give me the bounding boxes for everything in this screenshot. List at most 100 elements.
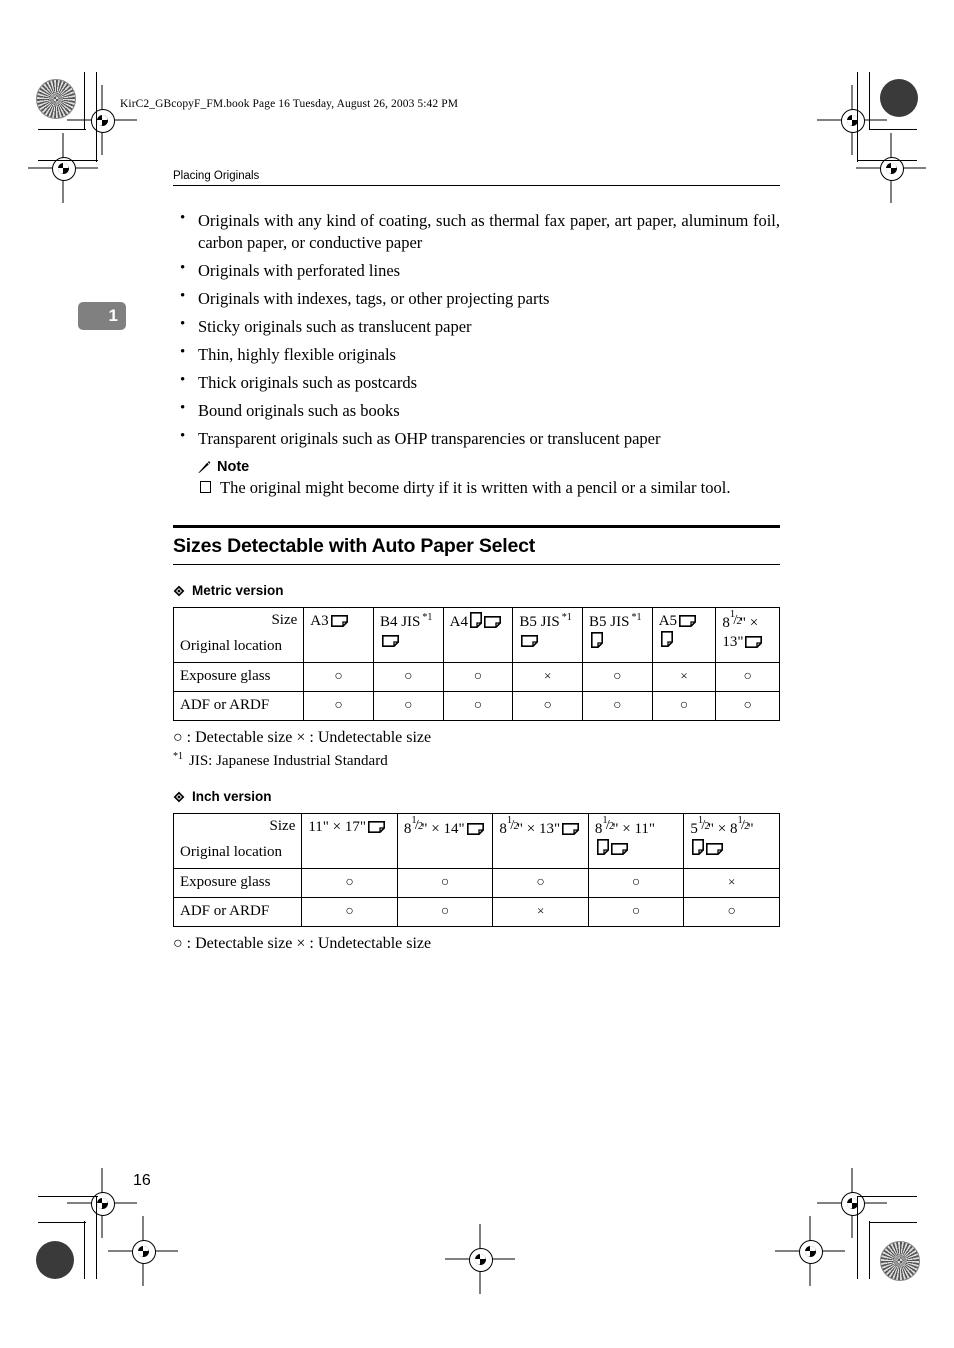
column-header-cell: B5 JIS *1: [582, 607, 653, 664]
note-label: Note: [217, 459, 250, 476]
crop-mark-topleft-h2: [38, 160, 98, 162]
detectable-circle-icon: ○: [345, 875, 354, 891]
detectable-circle-icon: ○: [743, 669, 752, 685]
section-heading-block: Sizes Detectable with Auto Paper Select: [173, 525, 780, 566]
paper-landscape-icon: [562, 823, 580, 836]
crop-mark-topright-h1: [869, 129, 917, 131]
detectable-circle-icon: ○: [404, 669, 413, 685]
footnote-text: JIS: Japanese Industrial Standard: [189, 752, 388, 769]
row-label: Exposure glass: [172, 868, 303, 898]
table-cell: ○: [492, 868, 589, 898]
crop-mark-topleft-h1: [38, 129, 86, 131]
list-item: Thick originals such as postcards: [173, 371, 780, 394]
crop-mark-topright-v1: [869, 72, 871, 130]
table-cell: ○: [587, 868, 685, 898]
table-cell: ○: [372, 662, 444, 693]
paper-landscape-icon: [381, 635, 399, 648]
crop-mark-bottomleft-v1: [84, 1221, 86, 1279]
detectable-circle-icon: ○: [345, 903, 354, 919]
note-heading: Note: [197, 459, 780, 475]
column-header-cell: A4: [442, 607, 514, 664]
crop-mark-topleft-v2: [96, 72, 98, 162]
note-item-text: The original might become dirty if it is…: [220, 478, 731, 498]
paper-landscape-icon: [521, 635, 539, 648]
paper-portrait-icon: [692, 838, 705, 855]
crop-mark-topleft-v1: [84, 72, 86, 130]
paper-portrait-icon: [470, 612, 482, 629]
list-item: Originals with perforated lines: [173, 259, 780, 282]
crop-mark-bottomleft-h2: [38, 1196, 98, 1198]
crop-mark-topright-v2: [857, 72, 859, 162]
table-header-row: Size Original location 11" × 17" 8 1/2 " ×…: [172, 813, 780, 870]
row-label: Exposure glass: [172, 662, 305, 693]
inch-size-table: Size Original location 11" × 17" 8 1/2 " ×…: [172, 813, 780, 927]
metric-legend-block: ○ : Detectable size × : Undetectable siz…: [173, 728, 780, 771]
inch-legend: ○ : Detectable size × : Undetectable siz…: [173, 934, 432, 952]
undetectable-cross-icon: ×: [728, 874, 736, 890]
table-cell: ○: [396, 868, 494, 898]
table-cell: ○: [715, 691, 780, 721]
list-item: Bound originals such as books: [173, 399, 780, 422]
detectable-circle-icon: ○: [613, 698, 622, 714]
table-cell: ○: [587, 896, 685, 927]
column-header-cell: 8 1/2 " × 14": [396, 813, 494, 870]
registration-crosshair-bottomcenter: [445, 1224, 515, 1294]
table-cell: ○: [301, 896, 398, 927]
column-header-cell: B5 JIS *1: [512, 607, 584, 664]
detectable-circle-icon: ○: [473, 698, 483, 714]
corner-size-label: Size: [271, 612, 298, 629]
list-item: Originals with any kind of coating, such…: [173, 209, 780, 254]
footnote-marker: *1: [631, 612, 642, 624]
table-row: Exposure glass ○ ○ ○ × ○ × ○: [172, 662, 780, 693]
column-header-cell: 8 1/2 " × 13": [715, 607, 780, 664]
subheading-inch-label: Inch version: [192, 789, 272, 805]
size-label: A3: [310, 613, 329, 630]
corner-location-label: Original location: [180, 843, 283, 860]
table-cell: ○: [582, 662, 653, 693]
size-label: A4: [449, 614, 468, 631]
metric-table-body: Exposure glass ○ ○ ○ × ○ × ○ ADF or ARDF…: [172, 662, 780, 721]
detectable-circle-icon: ○: [743, 698, 752, 714]
undetectable-cross-icon: ×: [536, 902, 545, 918]
page-number: 16: [133, 1172, 151, 1189]
paper-landscape-icon: [368, 821, 386, 834]
inch-table-body: Exposure glass ○ ○ ○ ○ × ADF or ARDF ○ ○…: [172, 868, 780, 927]
detectable-circle-icon: ○: [473, 669, 483, 685]
registration-crosshair-upperleft: [28, 133, 98, 203]
paper-landscape-icon: [466, 823, 484, 836]
list-item: Sticky originals such as translucent pap…: [173, 315, 780, 338]
metric-legend: ○ : Detectable size × : Undetectable siz…: [173, 728, 432, 746]
paper-portrait-icon: [591, 632, 604, 649]
detectable-circle-icon: ○: [543, 698, 552, 714]
list-item: Transparent originals such as OHP transp…: [173, 427, 780, 450]
paper-landscape-icon: [745, 636, 763, 649]
undetectable-cross-icon: ×: [680, 668, 688, 684]
registration-crosshair-lowerleft: [108, 1216, 178, 1286]
registration-target-solid-bottomleft: [36, 1241, 74, 1279]
size-label: B4 JIS: [379, 614, 421, 631]
chapter-number-tab: 1: [78, 302, 126, 330]
metric-size-table: Size Original location A3 B4 JIS *1 A4 B5…: [172, 607, 780, 721]
halftone-dot-circle: [880, 1241, 920, 1281]
crop-mark-bottomleft-v2: [96, 1196, 98, 1279]
size-label: 8 1/2 " × 14": [403, 814, 465, 838]
note-block: Note The original might become dirty if …: [197, 459, 780, 499]
detectable-circle-icon: ○: [631, 875, 641, 891]
running-head: Placing Originals: [173, 170, 780, 186]
detectable-circle-icon: ○: [440, 875, 450, 891]
detectable-circle-icon: ○: [536, 875, 545, 891]
footnote-marker: *1: [173, 750, 183, 762]
solid-dot-circle: [36, 1241, 74, 1279]
detectable-circle-icon: ○: [631, 903, 641, 919]
table-cell: ○: [303, 691, 374, 721]
detectable-circle-icon: ○: [679, 698, 689, 714]
table-cell: ×: [651, 662, 717, 693]
column-header-cell: 5 1/2 " × 8 1/2 ": [683, 813, 780, 870]
corner-header-cell: Size Original location: [172, 607, 305, 664]
paper-landscape-icon: [484, 616, 501, 629]
table-cell: ○: [442, 662, 514, 693]
footnote-marker: *1: [422, 612, 433, 624]
column-header-cell: A5: [651, 607, 717, 664]
table-cell: ○: [715, 662, 780, 693]
paper-landscape-icon: [679, 615, 697, 628]
